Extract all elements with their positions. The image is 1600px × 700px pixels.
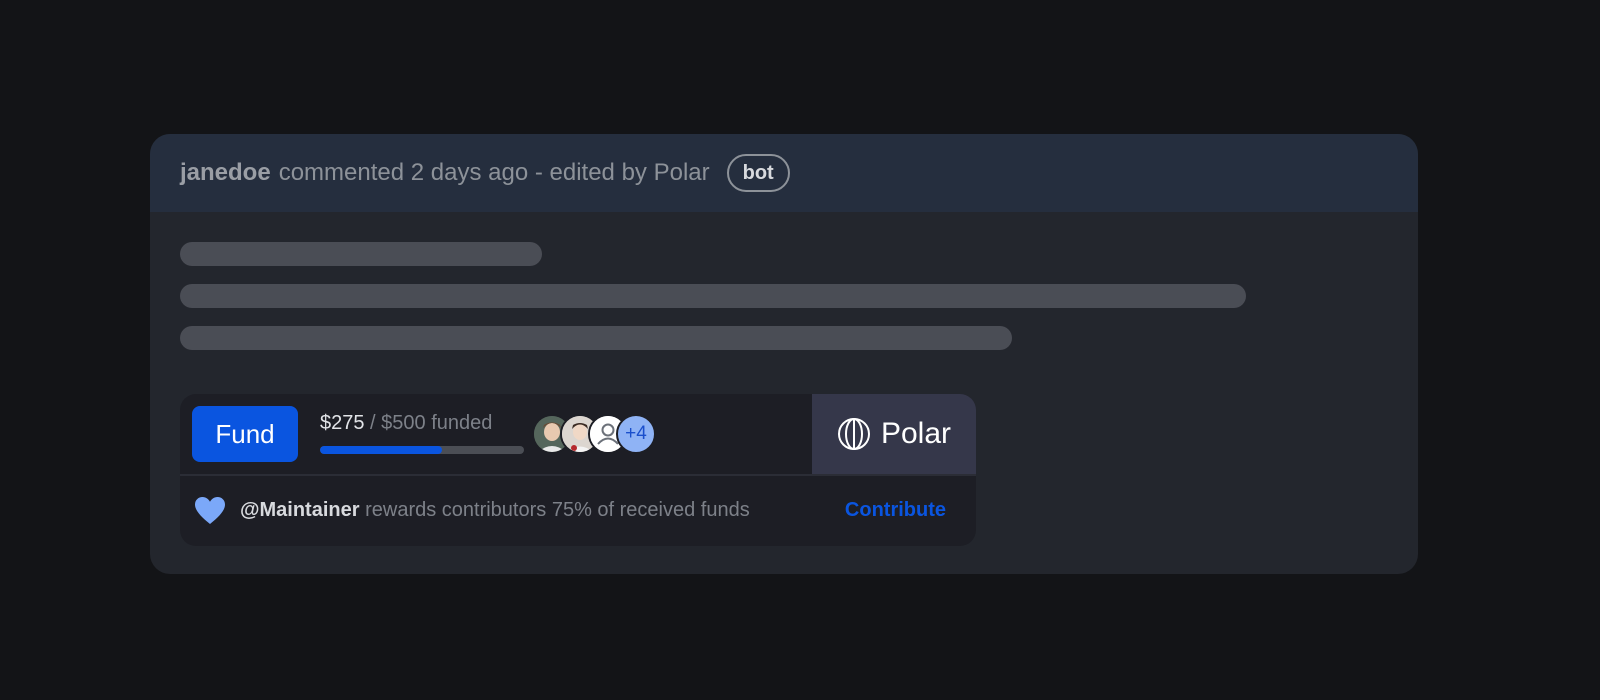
heart-icon — [195, 497, 225, 524]
maintainer-handle[interactable]: @Maintainer — [240, 499, 360, 521]
comment-author[interactable]: janedoe — [180, 159, 271, 187]
skeleton-line — [180, 242, 542, 266]
skeleton-line — [180, 326, 1012, 350]
polar-logo-icon — [837, 418, 870, 450]
funding-progress-bar — [320, 446, 524, 454]
polar-funding-widget: Fund $275 / $500 funded +4 Polar @Mainta… — [180, 394, 976, 546]
comment-meta: commented 2 days ago - edited by Polar — [278, 159, 710, 186]
funding-row: Fund $275 / $500 funded +4 Polar — [180, 394, 976, 474]
comment-card: janedoe commented 2 days ago - edited by… — [150, 134, 1418, 574]
bot-badge: bot — [726, 154, 790, 192]
polar-brand[interactable]: Polar — [812, 394, 976, 474]
reward-row: @Maintainer rewards contributors 75% of … — [180, 476, 976, 546]
fund-button[interactable]: Fund — [192, 406, 298, 462]
skeleton-line — [180, 284, 1246, 308]
funding-progress-fill — [320, 446, 443, 454]
more-backers-count: +4 — [616, 414, 656, 454]
reward-text: rewards contributors 75% of received fun… — [359, 499, 750, 521]
reward-description: @Maintainer rewards contributors 75% of … — [240, 499, 750, 522]
funding-status: $275 / $500 funded — [320, 412, 492, 435]
contribute-link[interactable]: Contribute — [845, 499, 946, 522]
comment-header: janedoe commented 2 days ago - edited by… — [150, 134, 1418, 212]
polar-brand-name: Polar — [880, 417, 952, 450]
funded-amount: $275 — [320, 412, 365, 434]
funding-goal: / $500 funded — [364, 412, 493, 434]
